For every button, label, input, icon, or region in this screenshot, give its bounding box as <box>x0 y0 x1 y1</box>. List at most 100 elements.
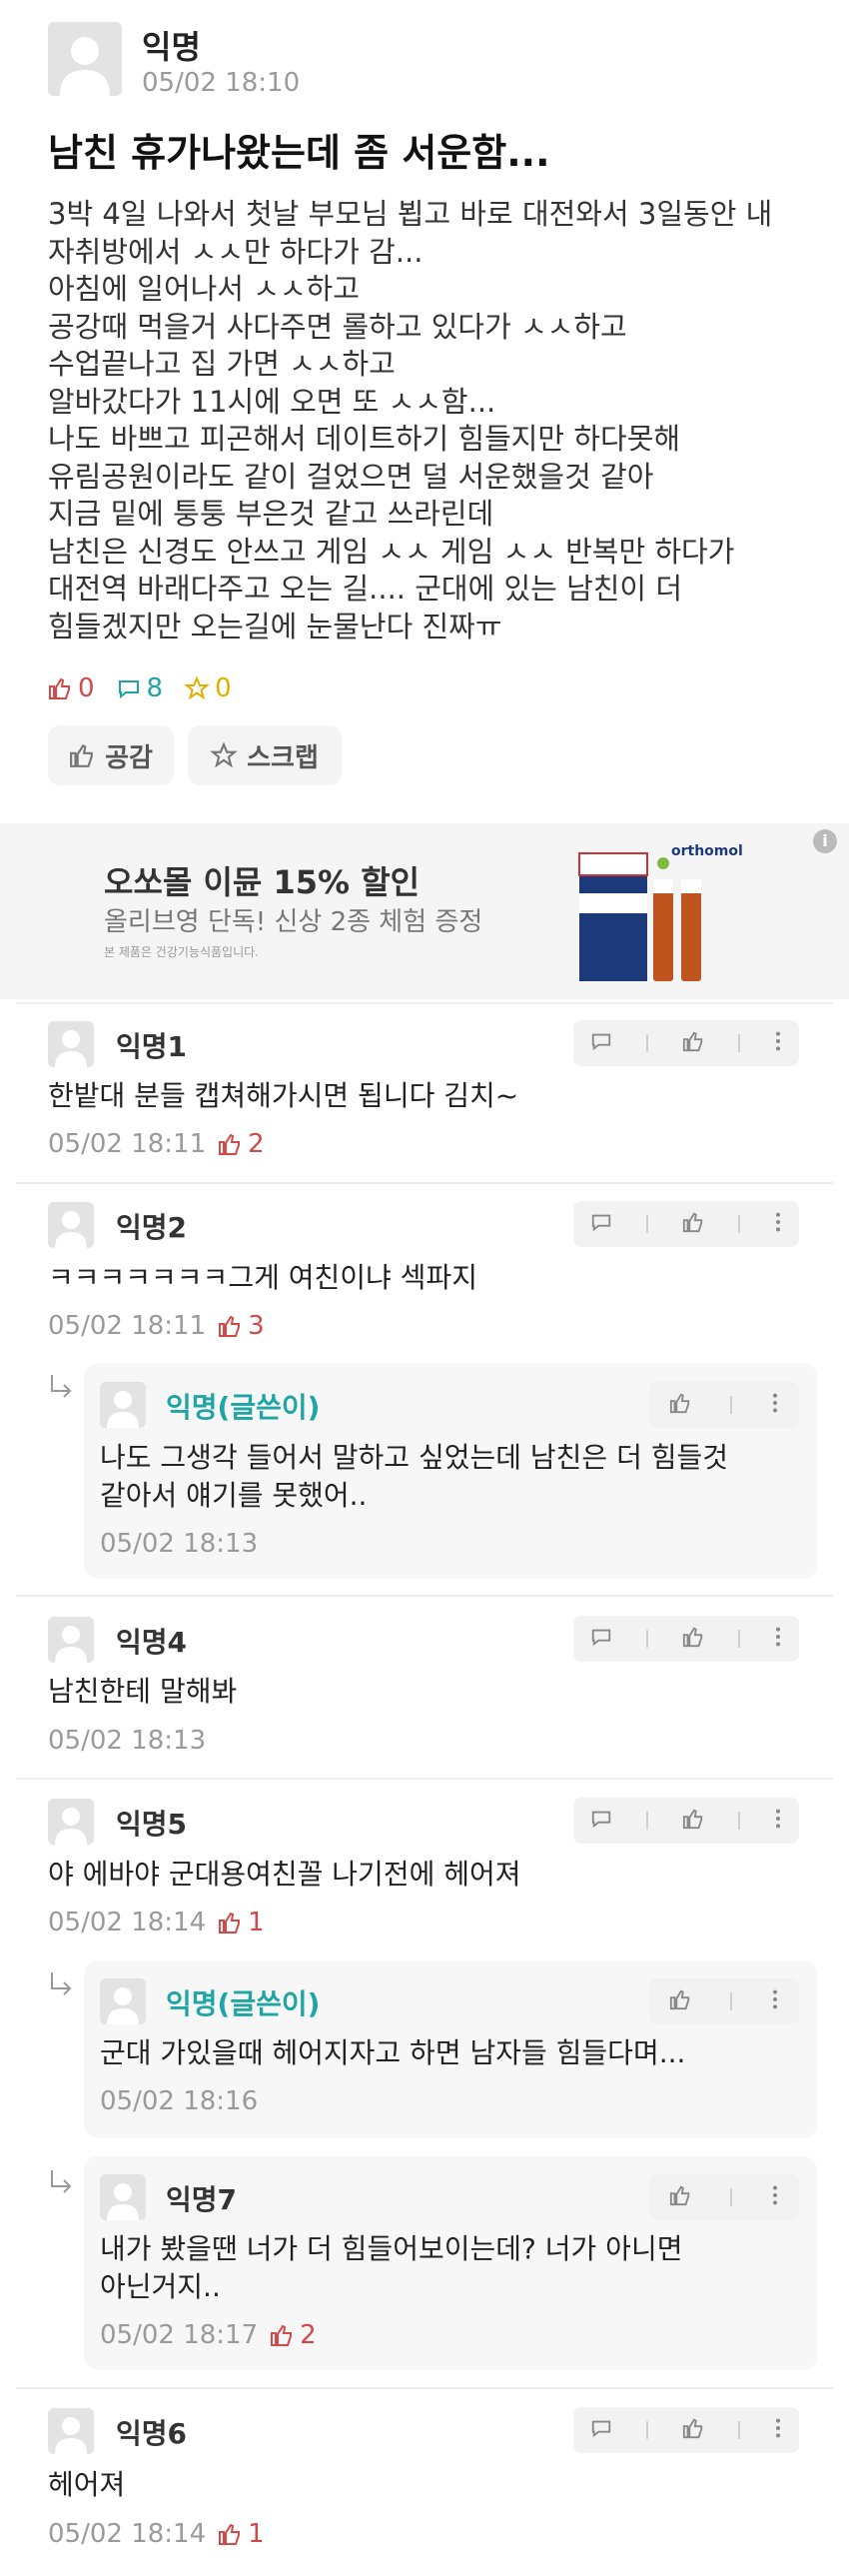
comment-avatar <box>48 1202 94 1248</box>
post-counts: 0 8 0 <box>48 673 246 703</box>
comment-time: 05/02 18:11 <box>48 1311 207 1341</box>
comment-icon <box>118 680 139 699</box>
thumbs-up-icon <box>219 1912 241 1933</box>
comment-time: 05/02 18:14 <box>48 1908 207 1937</box>
thumbs-up-icon[interactable] <box>682 1626 704 1652</box>
ad-subtitle: 올리브영 단독! 신상 2종 체험 증정 <box>104 907 483 937</box>
thumbs-up-icon[interactable] <box>682 2417 704 2443</box>
thumbs-up-icon[interactable] <box>669 1988 691 2014</box>
thumbs-up-icon <box>70 743 93 767</box>
info-icon[interactable]: i <box>813 829 837 853</box>
more-icon[interactable] <box>774 1211 782 1237</box>
comment-meta: 05/02 18:13 <box>100 1529 258 1559</box>
more-icon[interactable] <box>774 1030 782 1056</box>
post-body-line: 3박 4일 나와서 첫날 부모님 뵙고 바로 대전와서 3일동안 내 <box>48 197 773 231</box>
post-body-line: 알바갔다가 11시에 오면 또 ㅅㅅ함... <box>48 384 496 419</box>
comment-text: 한밭대 분들 캡쳐해가시면 됩니다 김치~ <box>48 1079 519 1112</box>
post-body-line: 나도 바쁘고 피곤해서 데이트하기 힘들지만 하다못해 <box>48 422 681 456</box>
ad-note: 본 제품은 건강기능식품입니다. <box>104 945 259 959</box>
comment-actions <box>573 2407 799 2453</box>
comment-text: ㅋㅋㅋㅋㅋㅋㅋ그게 여친이냐 섹파지 <box>48 1261 477 1294</box>
thumbs-up-icon <box>271 2324 293 2346</box>
more-icon[interactable] <box>774 1626 782 1652</box>
comment-actions <box>573 1798 799 1844</box>
star-icon <box>184 675 210 700</box>
comment-actions <box>649 1382 799 1428</box>
comment-text: 같아서 얘기를 못했어.. <box>100 1479 368 1512</box>
thumbs-up-icon[interactable] <box>669 1392 691 1418</box>
reply-arrow-icon <box>48 2168 76 2204</box>
post-body-line: 유림공원이라도 같이 걸었으면 덜 서운했을것 같아 <box>48 459 654 494</box>
reply-icon[interactable] <box>590 1626 612 1652</box>
post-comment-count: 8 <box>146 673 164 703</box>
more-icon[interactable] <box>774 1808 782 1834</box>
comment-actions <box>649 2174 799 2220</box>
reply-icon[interactable] <box>590 2417 612 2443</box>
comment-author: 익명4 <box>116 1626 188 1659</box>
ad-brand-logo: orthomol <box>671 843 743 859</box>
more-icon[interactable] <box>771 1988 779 2014</box>
reply-icon[interactable] <box>590 1808 612 1834</box>
comment-author: 익명(글쓴이) <box>166 1391 321 1424</box>
scrap-button-label: 스크랩 <box>247 742 319 773</box>
comment-meta: 05/02 18:13 <box>48 1726 206 1756</box>
comment-author: 익명6 <box>116 2417 188 2450</box>
comment-author: 익명1 <box>116 1030 188 1063</box>
comment-text: 군대 가있을때 헤어지자고 하면 남자들 힘들다며... <box>100 2036 686 2069</box>
comment-meta: 05/02 18:17 2 <box>100 2320 317 2350</box>
like-button[interactable]: 공감 <box>48 725 174 785</box>
thumbs-up-icon[interactable] <box>682 1808 704 1834</box>
post-body-line: 자취방에서 ㅅㅅ만 하다가 감... <box>48 234 424 269</box>
comment-avatar <box>100 2174 146 2220</box>
more-icon[interactable] <box>771 1392 779 1418</box>
post-author: 익명 <box>142 28 201 66</box>
comment-time: 05/02 18:16 <box>100 2086 259 2116</box>
post-body-line: 공강때 먹을거 사다주면 롤하고 있다가 ㅅㅅ하고 <box>48 309 627 344</box>
comment-actions <box>649 1978 799 2024</box>
comment-like-count: 1 <box>248 2519 265 2549</box>
more-icon[interactable] <box>771 2184 779 2210</box>
comment-like-count: 1 <box>248 1908 265 1937</box>
star-icon <box>210 741 238 768</box>
comment-text: 남친한테 말해봐 <box>48 1675 238 1708</box>
thumbs-up-icon[interactable] <box>682 1030 704 1056</box>
scrap-button[interactable]: 스크랩 <box>188 725 342 785</box>
post-body-line: 수업끝나고 집 가면 ㅅㅅ하고 <box>48 347 396 381</box>
comment-meta: 05/02 18:14 1 <box>48 2519 265 2549</box>
comment-time: 05/02 18:17 <box>100 2320 259 2350</box>
ad-product-image <box>578 849 749 985</box>
post-body-line: 지금 밑에 퉁퉁 부은것 같고 쓰라린데 <box>48 497 494 531</box>
comment-actions <box>573 1616 799 1662</box>
thumbs-up-icon[interactable] <box>669 2184 691 2210</box>
comment-like-count: 2 <box>300 2320 317 2350</box>
post-time: 05/02 18:10 <box>142 68 301 98</box>
divider <box>16 1182 833 1184</box>
comment-like-count: 2 <box>248 1129 265 1159</box>
reply-arrow-icon <box>48 1373 76 1409</box>
comment-author: 익명7 <box>166 2183 238 2216</box>
reply-icon[interactable] <box>590 1211 612 1237</box>
thumbs-up-icon <box>219 1133 241 1155</box>
comment-meta: 05/02 18:16 <box>100 2086 258 2116</box>
comment-author: 익명2 <box>116 1211 188 1244</box>
comment-avatar <box>48 1799 94 1845</box>
post-body-line: 힘들겠지만 오는길에 눈물난다 진짜ㅠ <box>48 609 502 644</box>
post-avatar <box>48 22 122 96</box>
comment-like-count: 3 <box>248 1311 265 1341</box>
thumbs-up-icon <box>219 1315 241 1337</box>
comment-text: 내가 봤을땐 너가 더 힘들어보이는데? 너가 아니면 <box>100 2232 683 2265</box>
comment-author: 익명(글쓴이) <box>166 1987 321 2020</box>
thumbs-up-icon <box>49 677 70 699</box>
comment-avatar <box>100 1382 146 1428</box>
divider <box>16 1778 833 1780</box>
comment-avatar <box>48 1021 94 1067</box>
divider <box>16 2387 833 2389</box>
comment-text: 아닌거지.. <box>100 2270 221 2303</box>
comment-avatar <box>48 1617 94 1663</box>
comment-text: 야 에바야 군대용여친꼴 나기전에 헤어져 <box>48 1858 521 1891</box>
thumbs-up-icon[interactable] <box>682 1211 704 1237</box>
comment-time: 05/02 18:11 <box>48 1129 207 1159</box>
more-icon[interactable] <box>774 2417 782 2443</box>
reply-icon[interactable] <box>590 1030 612 1056</box>
post-body-line: 남친은 신경도 안쓰고 게임 ㅅㅅ 게임 ㅅㅅ 반복만 하다가 <box>48 534 735 569</box>
